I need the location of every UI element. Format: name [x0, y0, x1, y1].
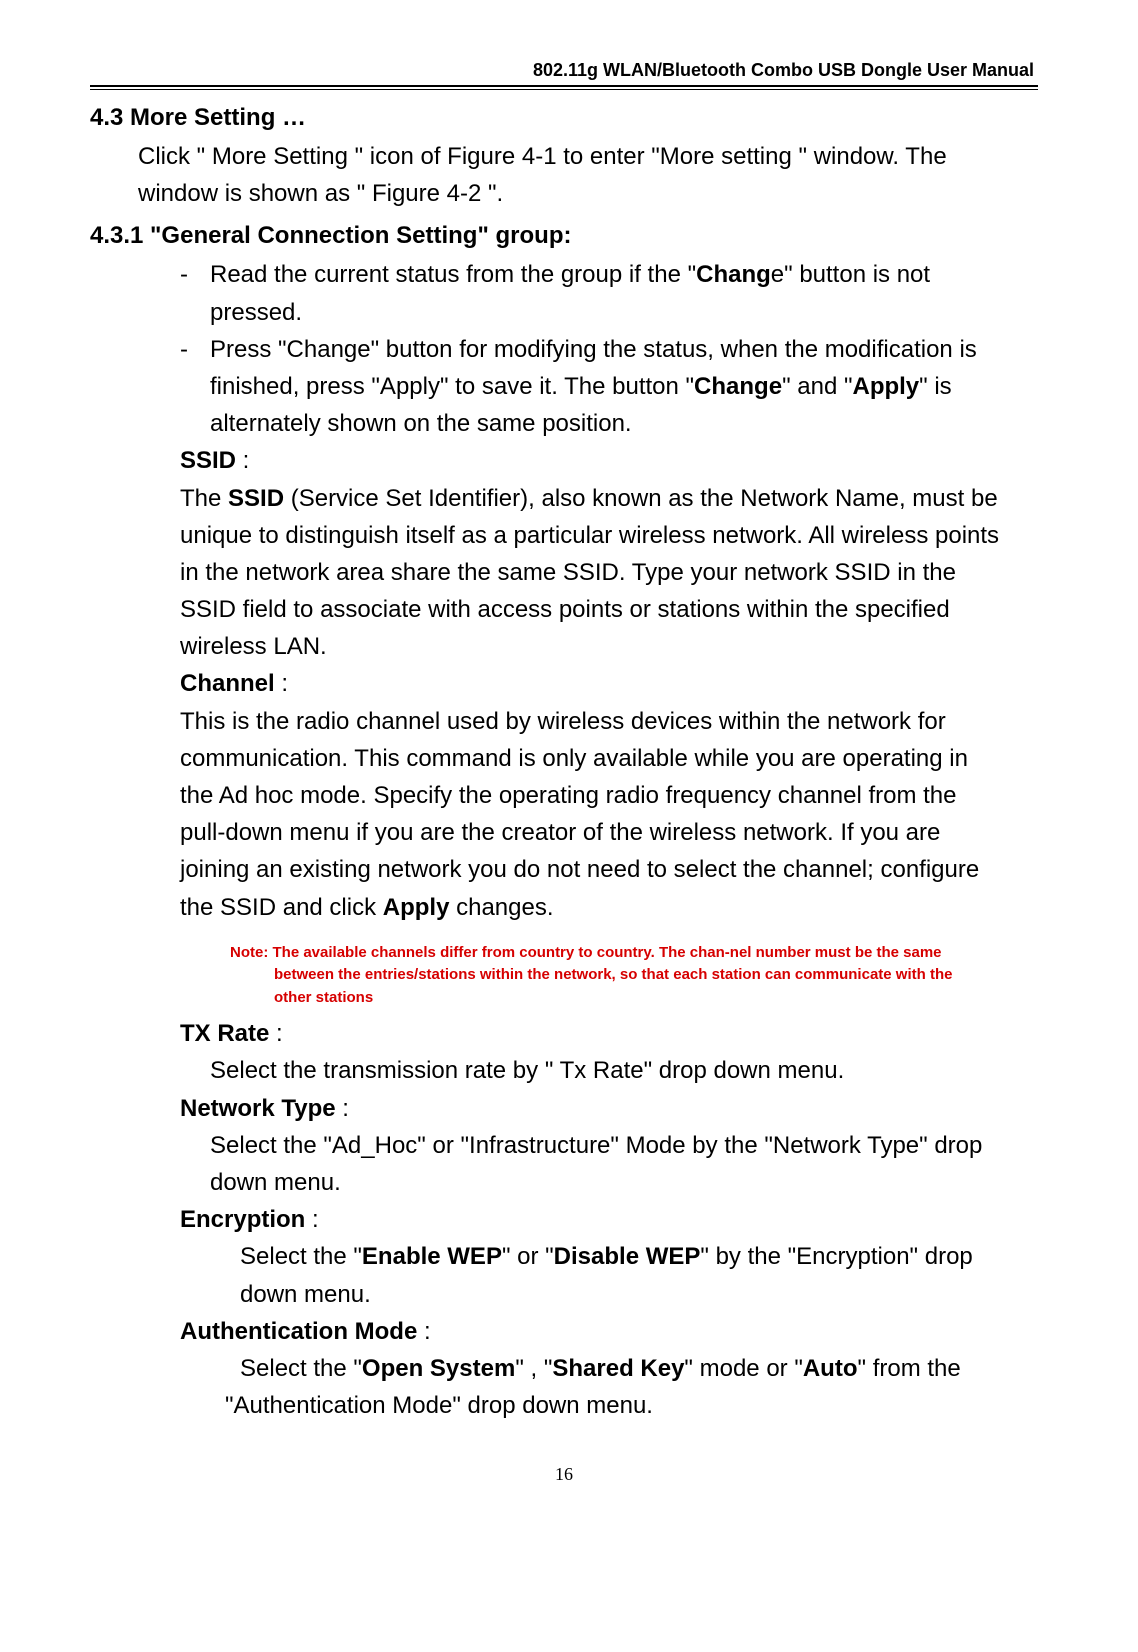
channel-l5: joining an existing network you do not n… — [180, 851, 1038, 888]
auth-l1-bold1: Open System — [362, 1355, 515, 1382]
auth-l2: "Authentication Mode" drop down menu. — [225, 1387, 1038, 1424]
enc-l2: down menu. — [240, 1276, 1038, 1313]
channel-l3: the Ad hoc mode. Specify the operating r… — [180, 777, 1038, 814]
channel-l2: communication. This command is only avai… — [180, 740, 1038, 777]
enc-l1: Select the "Enable WEP" or "Disable WEP"… — [240, 1238, 1038, 1275]
bullet-2-text: Press "Change" button for modifying the … — [210, 331, 1038, 368]
channel-l6-bold: Apply — [383, 894, 450, 921]
ssid-l1b: (Service Set Identifier), also known as … — [284, 485, 998, 512]
section-4-3-1-head: 4.3.1 "General Connection Setting" group… — [90, 222, 1038, 250]
channel-head: Channel : — [180, 665, 1038, 702]
nettype-l1: Select the "Ad_Hoc" or "Infrastructure" … — [210, 1127, 1038, 1164]
nettype-head: Network Type : — [180, 1090, 1038, 1127]
channel-l1: This is the radio channel used by wirele… — [180, 703, 1038, 740]
note-l1: Note: The available channels differ from… — [230, 944, 942, 961]
ssid-l4: SSID field to associate with access poin… — [180, 591, 1038, 628]
auth-l1b: " from the — [858, 1355, 961, 1382]
bullet-1: - Read the current status from the group… — [180, 256, 1038, 293]
dash-icon: - — [180, 331, 210, 368]
bullet-2-line2: finished, press "Apply" to save it. The … — [210, 368, 1038, 405]
b1-b: e" button is not — [771, 261, 930, 288]
ssid-l1: The SSID (Service Set Identifier), also … — [180, 480, 1038, 517]
note-l2: between the entries/stations within the … — [274, 964, 998, 987]
running-header: 802.11g WLAN/Bluetooth Combo USB Dongle … — [90, 60, 1038, 81]
auth-l1a: Select the " — [240, 1355, 362, 1382]
auth-l1: Select the "Open System" , "Shared Key" … — [240, 1350, 1038, 1387]
ssid-l2: unique to distinguish itself as a partic… — [180, 517, 1038, 554]
b2b-bold2: Apply — [852, 373, 919, 400]
auth-l1-mid2: " mode or " — [684, 1355, 802, 1382]
txrate-l1: Select the transmission rate by " Tx Rat… — [210, 1052, 1038, 1089]
note-l3: other stations — [274, 987, 998, 1010]
auth-label: Authentication Mode — [180, 1318, 417, 1345]
ssid-l1a: The — [180, 485, 228, 512]
b1-a: Read the current status from the group i… — [210, 261, 696, 288]
dash-icon: - — [180, 256, 210, 293]
channel-label: Channel — [180, 670, 275, 697]
nettype-colon: : — [336, 1095, 349, 1122]
enc-colon: : — [305, 1206, 318, 1233]
ssid-l5: wireless LAN. — [180, 628, 1038, 665]
txrate-head: TX Rate : — [180, 1015, 1038, 1052]
channel-l6: the SSID and click Apply changes. — [180, 889, 1038, 926]
enc-l1-bold1: Enable WEP — [362, 1243, 502, 1270]
ssid-l3: in the network area share the same SSID.… — [180, 554, 1038, 591]
auth-colon: : — [417, 1318, 430, 1345]
b2b-bold1: Change — [694, 373, 782, 400]
nettype-label: Network Type — [180, 1095, 336, 1122]
nettype-l2: down menu. — [210, 1164, 1038, 1201]
section-4-3-intro-line2: window is shown as " Figure 4-2 ". — [138, 175, 1038, 212]
section-4-3-head: 4.3 More Setting … — [90, 104, 1038, 132]
bullet-1-cont: pressed. — [210, 294, 1038, 331]
channel-colon: : — [275, 670, 288, 697]
bullet-2: - Press "Change" button for modifying th… — [180, 331, 1038, 368]
note-block: Note: The available channels differ from… — [230, 942, 1038, 1010]
b2b-mid: " and " — [782, 373, 852, 400]
enc-label: Encryption — [180, 1206, 305, 1233]
txrate-label: TX Rate — [180, 1020, 269, 1047]
auth-l1-mid1: " , " — [515, 1355, 552, 1382]
bullet-1-text: Read the current status from the group i… — [210, 256, 1038, 293]
auth-head: Authentication Mode : — [180, 1313, 1038, 1350]
section-4-3-intro-line1: Click " More Setting " icon of Figure 4-… — [138, 138, 1038, 175]
channel-l6b: changes. — [449, 894, 553, 921]
ssid-head: SSID : — [180, 442, 1038, 479]
channel-l6a: the SSID and click — [180, 894, 383, 921]
bullet-2-line3: alternately shown on the same position. — [210, 405, 1038, 442]
enc-l1-mid: " or " — [502, 1243, 554, 1270]
txrate-colon: : — [269, 1020, 282, 1047]
b2b-post: " is — [919, 373, 952, 400]
page-number: 16 — [90, 1464, 1038, 1485]
enc-l1-bold2: Disable WEP — [554, 1243, 701, 1270]
enc-l1a: Select the " — [240, 1243, 362, 1270]
auth-l1-bold3: Auto — [803, 1355, 858, 1382]
header-rule-thin — [90, 89, 1038, 90]
b1-bold: Chang — [696, 261, 771, 288]
b2b-pre: finished, press "Apply" to save it. The … — [210, 373, 694, 400]
auth-l1-bold2: Shared Key — [552, 1355, 684, 1382]
enc-head: Encryption : — [180, 1201, 1038, 1238]
ssid-l1-bold: SSID — [228, 485, 284, 512]
enc-l1b: " by the "Encryption" drop — [700, 1243, 972, 1270]
ssid-label: SSID — [180, 447, 236, 474]
ssid-colon: : — [236, 447, 249, 474]
header-rule-thick — [90, 85, 1038, 87]
channel-l4: pull-down menu if you are the creator of… — [180, 814, 1038, 851]
